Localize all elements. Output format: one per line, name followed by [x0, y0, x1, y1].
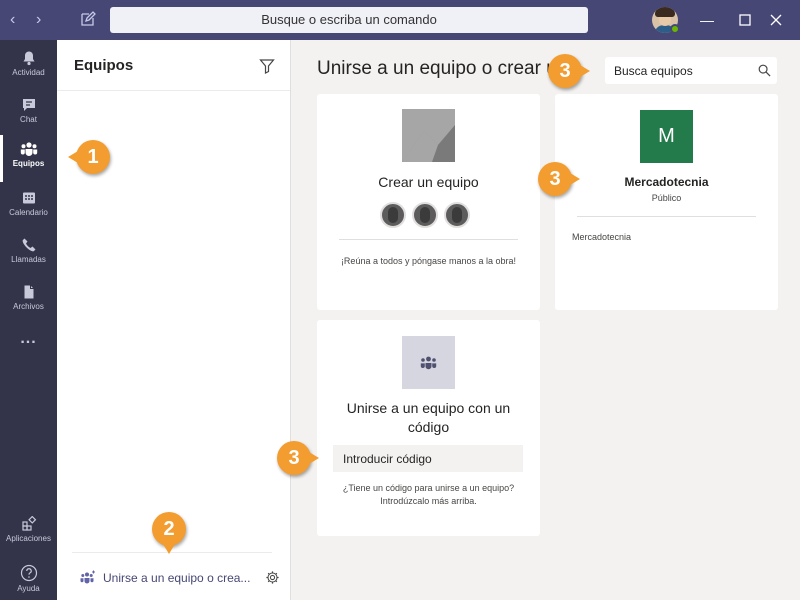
- rail-item-calendar[interactable]: Calendario: [0, 184, 57, 231]
- create-team-card[interactable]: Crear un equipo ¡Reúna a todos y póngase…: [317, 94, 540, 310]
- rail-label: Archivos: [13, 302, 44, 311]
- gear-icon[interactable]: [265, 570, 280, 585]
- team-search-input[interactable]: [605, 57, 755, 84]
- file-icon: [24, 285, 33, 299]
- panel-title: Equipos: [74, 57, 134, 74]
- team-logo: M: [640, 110, 693, 163]
- member-avatars: [380, 202, 480, 228]
- join-code-subtext: ¿Tiene un código para unirse a un equipo…: [342, 483, 515, 506]
- filter-icon[interactable]: [259, 58, 275, 74]
- callout-badge-3-team: 3: [538, 162, 580, 196]
- rail-label: Aplicaciones: [6, 534, 51, 543]
- join-or-create-team-link[interactable]: Unirse a un equipo o crea...: [57, 564, 290, 592]
- avatar: [444, 202, 470, 228]
- create-team-image: [402, 109, 455, 162]
- chevron-left-icon[interactable]: ‹: [10, 10, 15, 30]
- rail-label: Llamadas: [11, 255, 46, 264]
- apps-icon: [21, 516, 36, 531]
- teams-icon: [20, 142, 37, 156]
- presence-status-indicator: [670, 24, 680, 34]
- rail-item-apps[interactable]: Aplicaciones: [0, 510, 57, 557]
- team-card-mercadotecnia[interactable]: M Mercadotecnia Público Mercadotecnia: [555, 94, 778, 310]
- avatar: [412, 202, 438, 228]
- callout-badge-3-code: 3: [277, 441, 319, 475]
- rail-item-files[interactable]: Archivos: [0, 278, 57, 325]
- join-team-icon: [80, 570, 95, 584]
- help-icon: [20, 564, 37, 582]
- rail-label: Ayuda: [17, 584, 40, 593]
- join-or-create-label[interactable]: Unirse a un equipo o crea...: [103, 571, 250, 585]
- chat-icon: [22, 99, 35, 111]
- app-rail: Actividad Chat Equipos Calendario Llamad…: [0, 40, 57, 600]
- search-icon[interactable]: [758, 64, 771, 77]
- rail-item-calls[interactable]: Llamadas: [0, 231, 57, 278]
- maximize-button[interactable]: [735, 10, 755, 30]
- team-name: Mercadotecnia: [624, 175, 709, 189]
- callout-badge-2: 2: [152, 512, 186, 554]
- avatar: [380, 202, 406, 228]
- chevron-right-icon[interactable]: ›: [36, 10, 41, 30]
- phone-icon: [22, 238, 35, 252]
- create-team-heading: Crear un equipo: [378, 174, 479, 190]
- divider: [577, 216, 756, 217]
- rail-item-help[interactable]: Ayuda: [0, 558, 57, 600]
- page-title: Unirse a un equipo o crear uno: [317, 58, 550, 79]
- calendar-icon: [22, 192, 35, 204]
- team-description: Mercadotecnia: [572, 232, 632, 242]
- team-search-box[interactable]: [605, 57, 777, 84]
- callout-badge-3-search: 3: [548, 54, 590, 88]
- rail-label: Chat: [20, 115, 37, 124]
- rail-item-activity[interactable]: Actividad: [0, 44, 57, 91]
- teams-icon: [420, 356, 437, 370]
- divider: [339, 239, 518, 240]
- create-team-subtext: ¡Reúna a todos y póngase manos a la obra…: [340, 256, 517, 266]
- join-with-code-card: Unirse a un equipo con un código ¿Tiene …: [317, 320, 540, 536]
- team-code-input[interactable]: [333, 445, 523, 472]
- join-code-image: [402, 336, 455, 389]
- team-privacy: Público: [651, 193, 682, 203]
- divider: [57, 90, 290, 91]
- join-code-heading: Unirse a un equipo con un código: [346, 400, 511, 435]
- rail-item-chat[interactable]: Chat: [0, 91, 57, 138]
- command-search-bar[interactable]: Busque o escriba un comando: [110, 7, 588, 33]
- callout-badge-1: 1: [68, 140, 110, 174]
- rail-label: Actividad: [12, 68, 45, 77]
- title-bar: ‹ › Busque o escriba un comando —: [0, 0, 800, 40]
- bell-icon: [23, 51, 34, 66]
- rail-label: Equipos: [12, 159, 45, 168]
- compose-icon[interactable]: [80, 11, 96, 27]
- rail-label: Calendario: [9, 208, 48, 217]
- minimize-button[interactable]: —: [697, 10, 717, 30]
- rail-item-teams[interactable]: Equipos: [0, 135, 57, 182]
- close-button[interactable]: [766, 10, 786, 30]
- more-icon[interactable]: ...: [0, 330, 57, 377]
